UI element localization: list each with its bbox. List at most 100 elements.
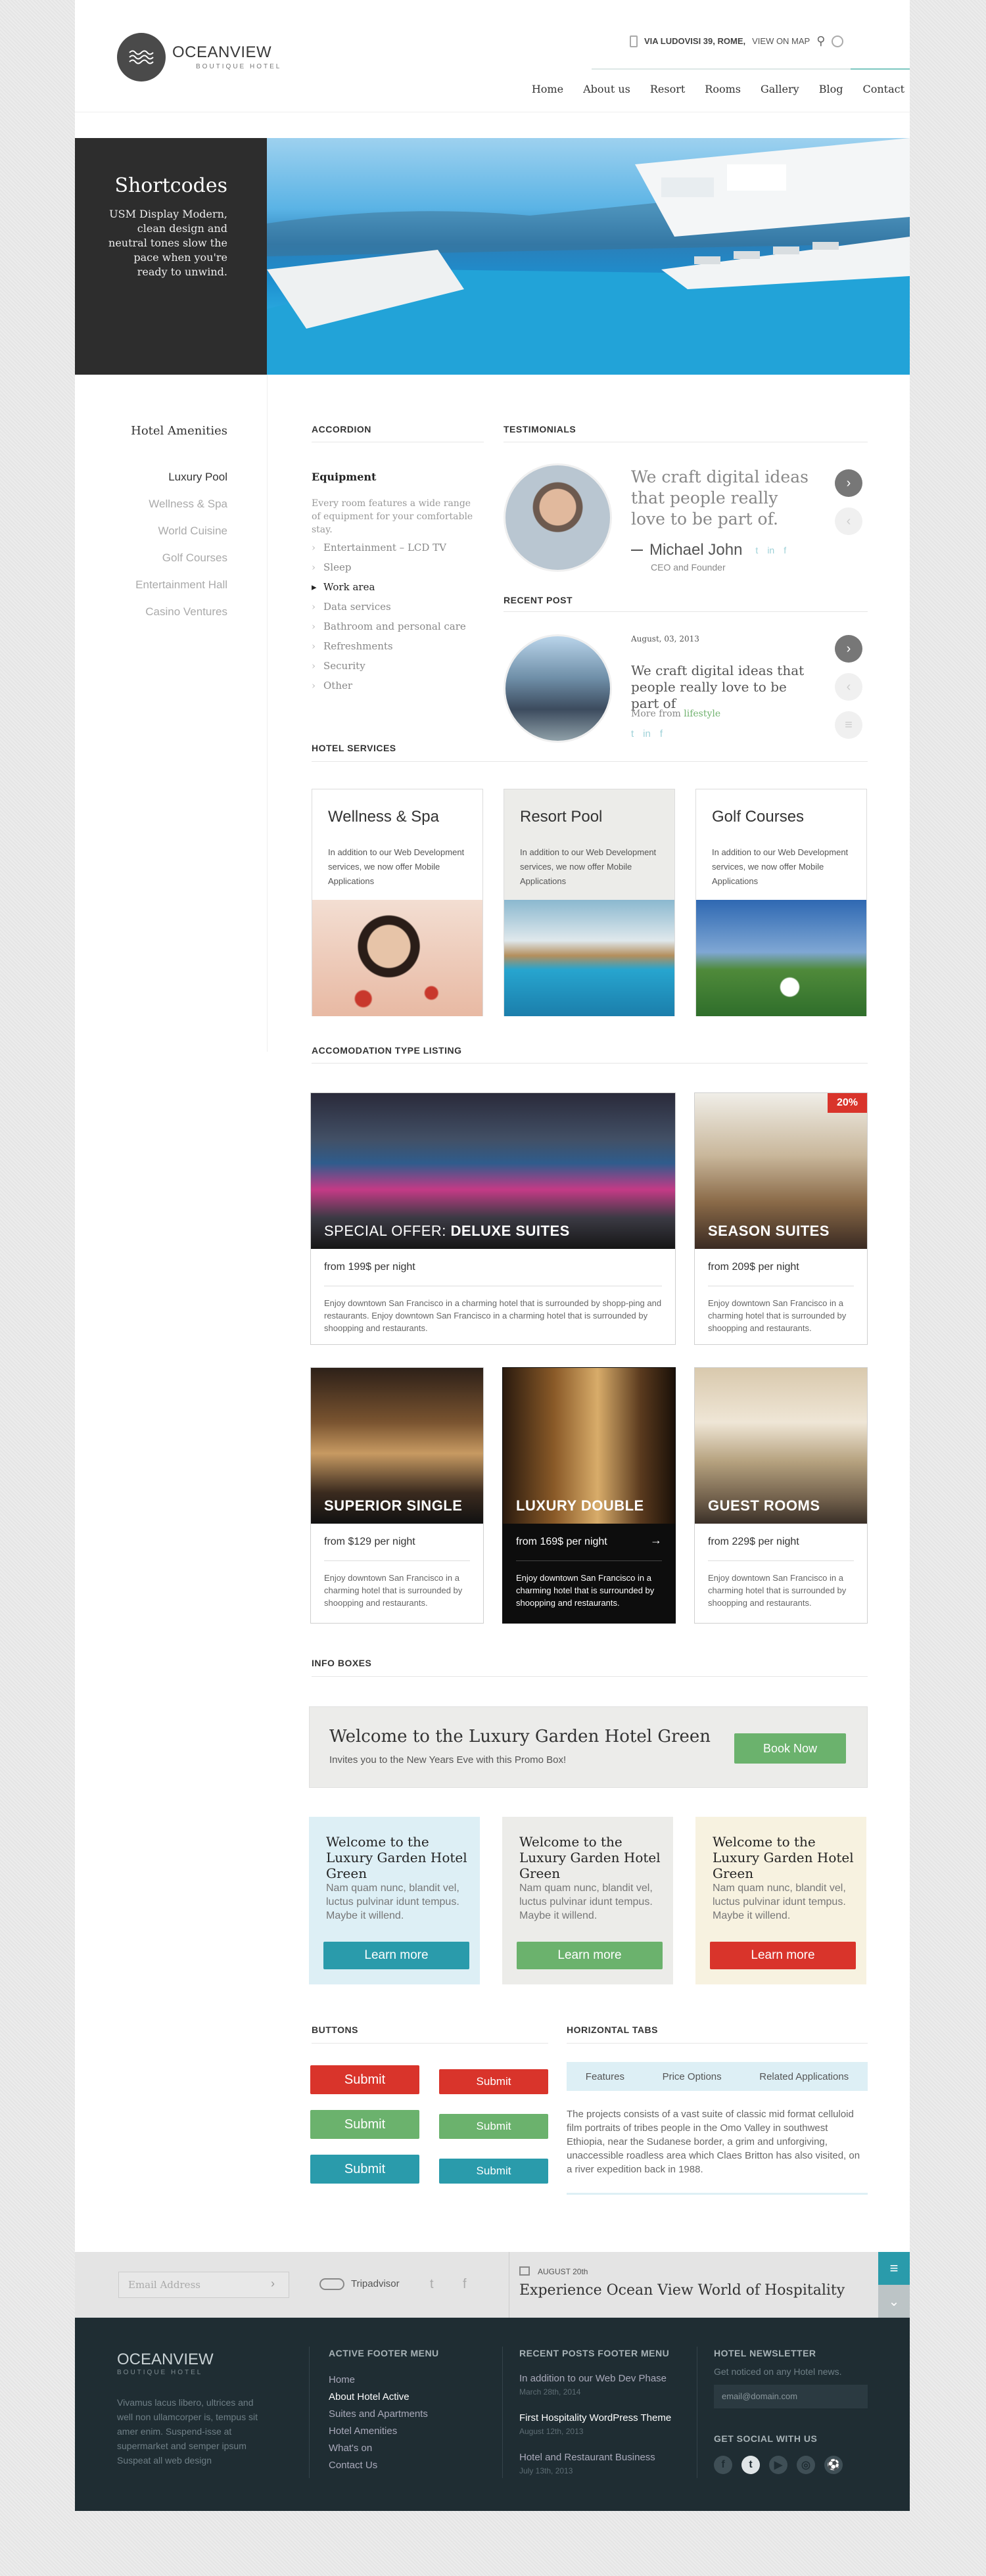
learn-more-button[interactable]: Learn more — [710, 1942, 856, 1969]
sidebar-item-cuisine[interactable]: World Cuisine — [135, 517, 227, 544]
prev-arrow-icon[interactable]: ‹ — [835, 507, 862, 535]
view-map-link[interactable]: VIEW ON MAP — [752, 36, 810, 46]
room-name-prefix: SPECIAL OFFER: — [324, 1223, 451, 1239]
room-card[interactable]: SUPERIOR SINGLE from $129 per night Enjo… — [310, 1367, 484, 1624]
accordion-item[interactable]: Security — [312, 656, 466, 676]
footer-link-home[interactable]: Home — [329, 2372, 428, 2389]
service-card[interactable]: Golf Courses In addition to our Web Deve… — [695, 789, 867, 1016]
instagram-icon[interactable]: ◎ — [797, 2456, 815, 2474]
recent-post-image[interactable] — [504, 634, 612, 743]
divider — [312, 1063, 868, 1064]
sidebar-item-entertainment[interactable]: Entertainment Hall — [135, 571, 227, 598]
facebook-icon[interactable]: f — [660, 728, 663, 739]
room-card[interactable]: 20% SEASON SUITES from 209$ per night En… — [694, 1092, 868, 1345]
room-desc: Enjoy downtown San Francisco in a charmi… — [324, 1298, 662, 1333]
submit-button-large[interactable]: Submit — [310, 2110, 419, 2139]
accordion-item[interactable]: Entertainment – LCD TV — [312, 538, 466, 557]
submit-button[interactable]: Submit — [439, 2159, 548, 2184]
facebook-icon[interactable]: f — [714, 2456, 732, 2474]
accordion-item[interactable]: Other — [312, 676, 466, 695]
footer-link-about[interactable]: About Hotel Active — [329, 2389, 428, 2406]
submit-button-large[interactable]: Submit — [310, 2155, 419, 2184]
next-arrow-icon[interactable]: › — [835, 469, 862, 497]
footer-post-date: August 12th, 2013 — [519, 2427, 584, 2436]
youtube-icon[interactable]: ▶ — [769, 2456, 787, 2474]
twitter-icon[interactable]: t — [755, 545, 758, 555]
arrow-right-icon[interactable]: › — [271, 2277, 275, 2291]
sidebar-item-luxury-pool[interactable]: Luxury Pool — [135, 463, 227, 490]
sidebar-item-golf[interactable]: Golf Courses — [135, 544, 227, 571]
footer-logo[interactable]: OCEANVIEW — [117, 2351, 214, 2369]
service-card-active[interactable]: Resort Pool In addition to our Web Devel… — [504, 789, 675, 1016]
footer-post-title[interactable]: Hotel and Restaurant Business — [519, 2452, 655, 2463]
tripadvisor-icon[interactable] — [319, 2278, 344, 2290]
event-title[interactable]: Experience Ocean View World of Hospitali… — [519, 2282, 845, 2299]
divider — [567, 2043, 868, 2044]
learn-more-button[interactable]: Learn more — [323, 1942, 469, 1969]
nav-gallery[interactable]: Gallery — [761, 83, 799, 95]
room-name: LUXURY DOUBLE — [516, 1497, 644, 1514]
nav-home[interactable]: Home — [532, 83, 563, 95]
accordion-item[interactable]: Refreshments — [312, 636, 466, 656]
service-card[interactable]: Wellness & Spa In addition to our Web De… — [312, 789, 483, 1016]
twitter-icon[interactable]: t — [741, 2456, 760, 2474]
nav-about[interactable]: About us — [583, 83, 630, 95]
linkedin-icon[interactable]: in — [767, 545, 774, 555]
footer-link-contact[interactable]: Contact Us — [329, 2457, 428, 2474]
footer-about: Vivamus lacus libero, ultrices and well … — [117, 2397, 258, 2466]
accordion-item[interactable]: Data services — [312, 597, 466, 617]
newsletter-email-input[interactable]: email@domain.com — [714, 2385, 868, 2408]
chevron-down-icon[interactable]: ⌄ — [878, 2285, 910, 2318]
footer-post-title[interactable]: First Hospitality WordPress Theme — [519, 2412, 671, 2424]
accordion-title[interactable]: Equipment — [312, 471, 376, 483]
sidebar-title: Hotel Amenities — [131, 424, 227, 438]
hero-caption-panel: Shortcodes USM Display Modern, clean des… — [75, 138, 267, 375]
next-arrow-icon[interactable]: › — [835, 635, 862, 663]
facebook-icon[interactable]: f — [463, 2277, 467, 2292]
nav-resort[interactable]: Resort — [650, 83, 685, 95]
post-category-link[interactable]: lifestyle — [684, 709, 720, 719]
room-card-featured[interactable]: SPECIAL OFFER: DELUXE SUITES from 199$ p… — [310, 1092, 676, 1345]
post-title[interactable]: We craft digital ideas that people reall… — [631, 663, 818, 712]
tab-price-options[interactable]: Price Options — [663, 2071, 722, 2082]
tab-features[interactable]: Features — [586, 2071, 624, 2082]
globe-icon[interactable] — [832, 35, 844, 47]
dribbble-icon[interactable]: ⚽ — [824, 2456, 843, 2474]
submit-button-large[interactable]: Submit — [310, 2065, 419, 2094]
room-card[interactable]: GUEST ROOMS from 229$ per night Enjoy do… — [694, 1367, 868, 1624]
learn-more-button[interactable]: Learn more — [517, 1942, 663, 1969]
nav-rooms[interactable]: Rooms — [705, 83, 741, 95]
menu-icon[interactable]: ≡ — [878, 2252, 910, 2285]
room-card-active[interactable]: LUXURY DOUBLE from 169$ per night → Enjo… — [502, 1367, 676, 1624]
twitter-icon[interactable]: t — [631, 728, 634, 739]
accordion-item[interactable]: Bathroom and personal care — [312, 617, 466, 636]
facebook-icon[interactable]: f — [784, 545, 786, 555]
submit-button[interactable]: Submit — [439, 2069, 548, 2094]
footer-menu-heading: ACTIVE FOOTER MENU — [329, 2348, 439, 2358]
submit-button[interactable]: Submit — [439, 2114, 548, 2139]
sidebar-item-casino[interactable]: Casino Ventures — [135, 598, 227, 625]
tab-related-applications[interactable]: Related Applications — [759, 2071, 849, 2082]
accordion-item[interactable]: Sleep — [312, 557, 466, 577]
twitter-icon[interactable]: t — [430, 2277, 434, 2292]
footer-link-whats-on[interactable]: What's on — [329, 2440, 428, 2457]
sidebar-item-wellness[interactable]: Wellness & Spa — [135, 490, 227, 517]
arrow-right-icon[interactable]: → — [650, 1534, 662, 1547]
nav-contact[interactable]: Contact — [862, 83, 904, 95]
prev-arrow-icon[interactable]: ‹ — [835, 673, 862, 701]
logo-icon[interactable] — [117, 33, 166, 82]
accordion-item-active[interactable]: Work area — [312, 577, 466, 597]
nav-blog[interactable]: Blog — [819, 83, 843, 95]
email-input[interactable]: Email Address — [118, 2272, 289, 2298]
logo-name[interactable]: OCEANVIEW — [172, 43, 271, 62]
room-name: SPECIAL OFFER: DELUXE SUITES — [324, 1223, 570, 1240]
linkedin-icon[interactable]: in — [643, 728, 651, 739]
menu-icon[interactable]: ≡ — [835, 711, 862, 739]
tripadvisor-label[interactable]: Tripadvisor — [351, 2278, 400, 2289]
book-now-button[interactable]: Book Now — [734, 1733, 846, 1764]
map-pin-icon[interactable]: ⚲ — [816, 34, 825, 48]
info-box: Welcome to the Luxury Garden Hotel Green… — [695, 1817, 866, 1984]
footer-post-title[interactable]: In addition to our Web Dev Phase — [519, 2373, 667, 2384]
footer-link-suites[interactable]: Suites and Apartments — [329, 2406, 428, 2423]
footer-link-amenities[interactable]: Hotel Amenities — [329, 2423, 428, 2440]
